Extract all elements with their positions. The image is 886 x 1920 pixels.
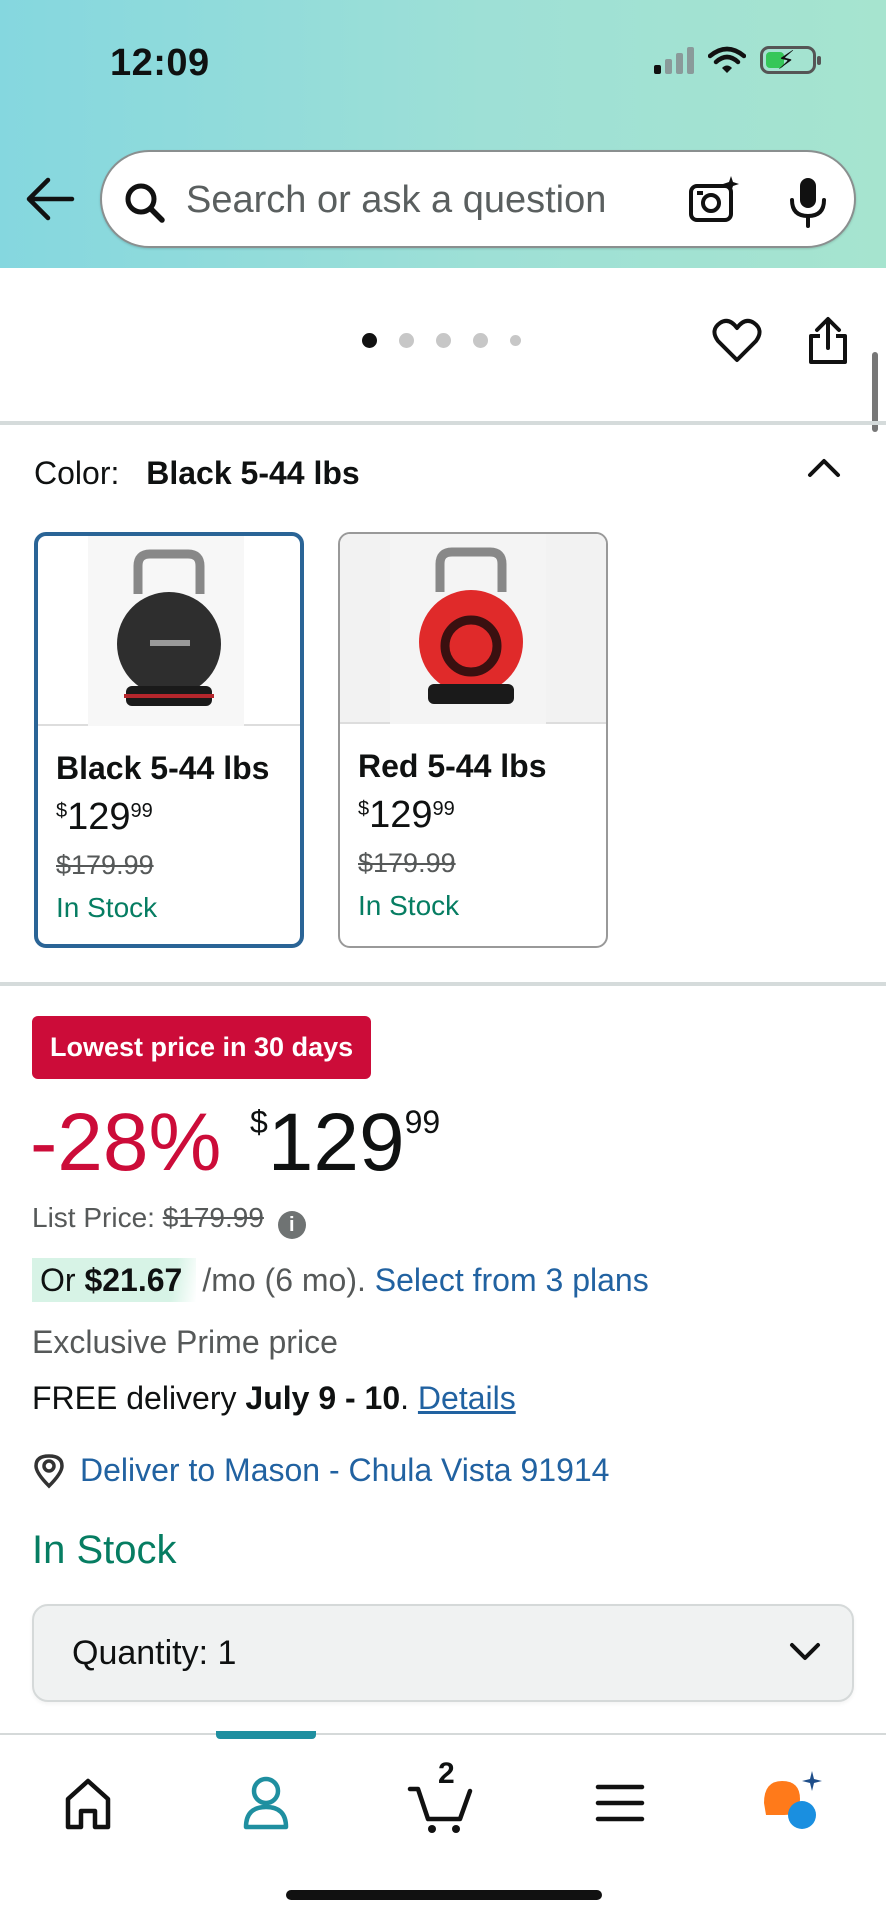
nav-home[interactable] bbox=[48, 1765, 128, 1835]
battery-icon: ⚡ bbox=[760, 45, 821, 75]
status-time: 12:09 bbox=[110, 42, 210, 84]
section-divider bbox=[0, 421, 886, 425]
chevron-down-icon bbox=[790, 1643, 820, 1660]
monthly-payment: Or $21.67/mo (6 mo). Select from 3 plans bbox=[32, 1258, 649, 1302]
color-selected-value: Black 5-44 lbs bbox=[146, 455, 360, 491]
current-price: $12999 bbox=[250, 1097, 441, 1188]
microphone-icon[interactable] bbox=[788, 176, 828, 228]
location-pin-icon bbox=[34, 1453, 64, 1488]
chevron-up-icon[interactable] bbox=[806, 455, 842, 479]
rufus-icon bbox=[764, 1771, 822, 1829]
option-name: Red 5-44 lbs bbox=[358, 748, 547, 784]
info-icon[interactable]: i bbox=[277, 1211, 306, 1239]
active-tab-indicator bbox=[216, 1731, 316, 1739]
carousel-dot[interactable] bbox=[436, 333, 451, 348]
color-label: Color: bbox=[34, 455, 120, 491]
option-stock: In Stock bbox=[358, 890, 460, 921]
nav-menu[interactable] bbox=[580, 1765, 660, 1835]
share-icon[interactable] bbox=[806, 316, 850, 366]
product-image-black bbox=[38, 536, 300, 726]
kettlebell-image-red bbox=[390, 534, 546, 724]
quantity-selector[interactable]: Quantity: 1 bbox=[32, 1604, 854, 1702]
search-bar[interactable] bbox=[100, 150, 856, 248]
status-icons: ⚡ bbox=[654, 45, 821, 75]
cart-count-badge: 2 bbox=[438, 1757, 455, 1790]
discount-percent: -28% bbox=[30, 1097, 222, 1188]
wifi-icon bbox=[708, 46, 746, 73]
quantity-label: Quantity: 1 bbox=[72, 1634, 237, 1672]
heart-icon[interactable] bbox=[712, 318, 762, 364]
search-input[interactable] bbox=[186, 172, 656, 228]
scrollbar[interactable] bbox=[872, 352, 878, 432]
carousel-dot[interactable] bbox=[510, 335, 521, 346]
account-icon bbox=[243, 1776, 289, 1830]
menu-icon bbox=[595, 1784, 645, 1822]
select-plans-link[interactable]: Select from 3 plans bbox=[375, 1262, 649, 1298]
nav-cart[interactable]: 2 bbox=[402, 1757, 482, 1835]
color-option-black[interactable]: Black 5-44 lbs $12999 $179.99 In Stock bbox=[34, 532, 304, 948]
section-divider bbox=[0, 982, 886, 986]
option-name: Black 5-44 lbs bbox=[56, 750, 270, 786]
option-list-price: $179.99 bbox=[56, 850, 154, 880]
carousel-dot[interactable] bbox=[399, 333, 414, 348]
nav-account[interactable] bbox=[226, 1765, 306, 1835]
carousel-dot[interactable] bbox=[362, 333, 377, 348]
product-image-red bbox=[340, 534, 606, 724]
list-price: List Price: $179.99 i bbox=[32, 1202, 306, 1239]
home-icon bbox=[65, 1778, 111, 1830]
arrow-left-icon bbox=[26, 177, 75, 221]
home-indicator bbox=[286, 1890, 602, 1900]
option-price: $12999 bbox=[358, 794, 455, 836]
app-header: 12:09 ⚡ bbox=[0, 0, 886, 268]
color-selector-header: Color: Black 5-44 lbs bbox=[34, 455, 360, 492]
option-price: $12999 bbox=[56, 796, 153, 838]
search-icon bbox=[125, 183, 165, 223]
kettlebell-image-black bbox=[88, 536, 244, 726]
back-button[interactable] bbox=[24, 176, 76, 222]
delivery-details-link[interactable]: Details bbox=[418, 1380, 516, 1416]
availability-status: In Stock bbox=[32, 1528, 177, 1572]
deliver-to-link[interactable]: Deliver to Mason - Chula Vista 91914 bbox=[32, 1452, 609, 1489]
nav-rufus[interactable] bbox=[756, 1765, 836, 1835]
exclusive-prime-price: Exclusive Prime price bbox=[32, 1324, 338, 1360]
option-stock: In Stock bbox=[56, 892, 158, 923]
delivery-info: FREE delivery July 9 - 10. Details bbox=[32, 1380, 516, 1416]
carousel-dot[interactable] bbox=[473, 333, 488, 348]
list-price-value: $179.99 bbox=[162, 1202, 264, 1233]
cellular-signal-icon bbox=[654, 46, 694, 74]
camera-search-icon[interactable] bbox=[687, 174, 739, 226]
color-option-red[interactable]: Red 5-44 lbs $12999 $179.99 In Stock bbox=[338, 532, 608, 948]
option-list-price: $179.99 bbox=[358, 848, 456, 878]
image-carousel-dots[interactable] bbox=[362, 333, 521, 348]
deal-badge: Lowest price in 30 days bbox=[32, 1016, 372, 1079]
